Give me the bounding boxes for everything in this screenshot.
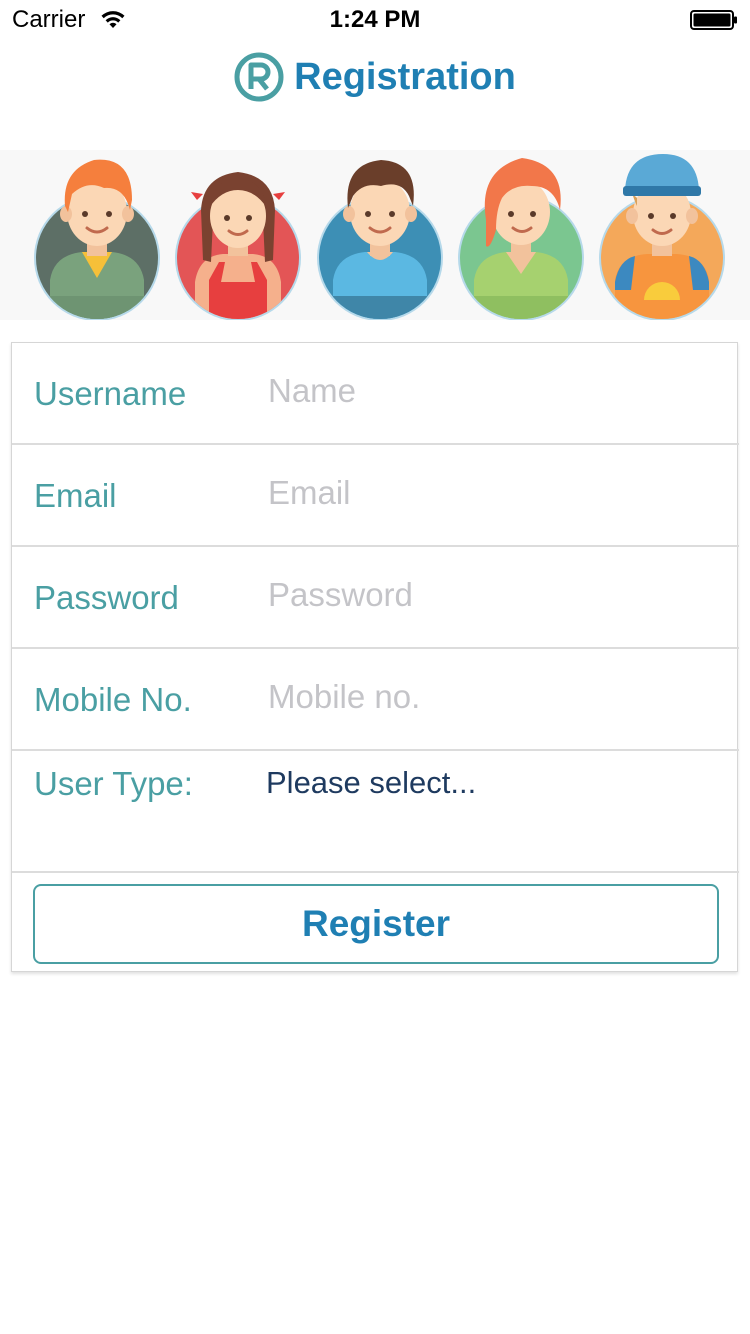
girl-braids-avatar xyxy=(175,172,301,320)
mobile-row: Mobile No. xyxy=(12,649,739,751)
boy-avatar xyxy=(34,159,160,320)
user-type-label: User Type: xyxy=(34,765,193,802)
email-input[interactable] xyxy=(268,468,708,518)
registered-icon xyxy=(234,52,284,102)
registration-form: Username Email Password Mobile No. User … xyxy=(11,342,739,972)
girl-red-hair-avatar xyxy=(458,158,584,320)
avatar-banner xyxy=(0,150,750,320)
page-title: Registration xyxy=(294,55,516,98)
boy-brown-hair-avatar xyxy=(317,160,443,320)
password-input[interactable] xyxy=(268,570,708,620)
username-label: Username xyxy=(34,375,187,412)
user-type-picker[interactable]: Please select... xyxy=(266,765,476,801)
battery-icon xyxy=(690,10,737,30)
clock: 1:24 PM xyxy=(329,6,421,33)
email-label: Email xyxy=(34,477,117,514)
mobile-input[interactable] xyxy=(268,672,708,722)
username-input[interactable] xyxy=(268,366,708,416)
username-row: Username xyxy=(12,343,739,445)
user-type-row: User Type: Please select... xyxy=(12,751,739,873)
boy-cap-avatar xyxy=(599,154,725,320)
header: Registration xyxy=(0,50,750,104)
email-row: Email xyxy=(12,445,739,547)
mobile-label: Mobile No. xyxy=(34,681,192,718)
status-bar: Carrier 1:24 PM xyxy=(0,0,750,40)
password-label: Password xyxy=(34,579,179,616)
register-button[interactable]: Register xyxy=(33,884,719,964)
password-row: Password xyxy=(12,547,739,649)
